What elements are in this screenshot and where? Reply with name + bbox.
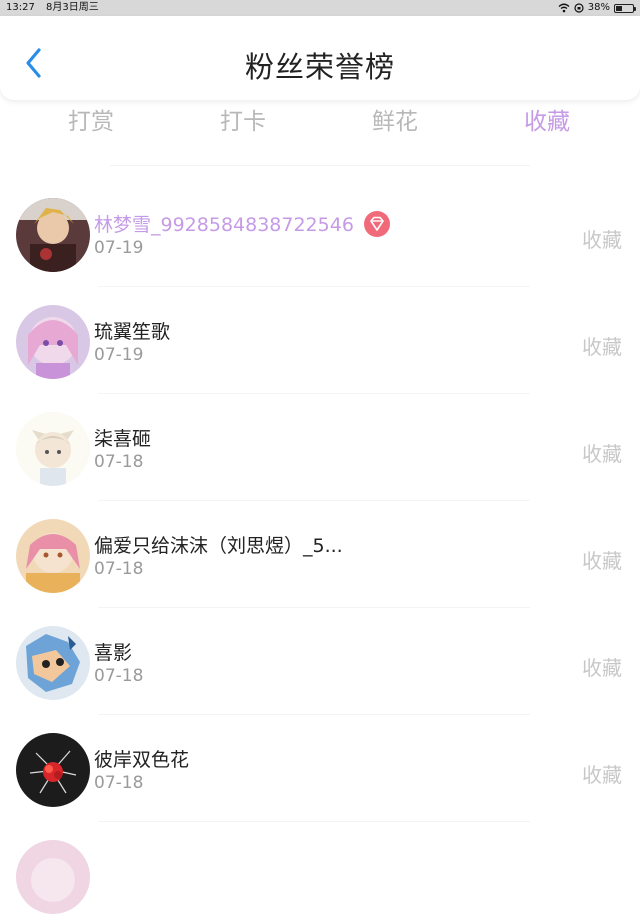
- avatar[interactable]: [16, 305, 90, 379]
- list-item-partial[interactable]: [0, 822, 640, 914]
- user-name-text: 柒喜砸: [94, 428, 152, 450]
- avatar[interactable]: [16, 840, 90, 914]
- avatar[interactable]: [16, 626, 90, 700]
- user-name: 琉翼笙歌: [94, 317, 170, 344]
- date: 07-18: [94, 773, 144, 793]
- date: 07-19: [94, 238, 144, 258]
- user-name: 林梦雪_9928584838722546: [94, 210, 390, 237]
- wifi-icon: [558, 3, 570, 13]
- date: 07-18: [94, 559, 144, 579]
- favorite-label: 收藏: [582, 763, 622, 787]
- status-time: 13:27: [6, 2, 35, 13]
- favorite-label: 收藏: [582, 656, 622, 680]
- navigation-bar: 粉丝荣誉榜: [0, 16, 640, 100]
- date: 07-19: [94, 345, 144, 365]
- user-name-text: 偏爱只给沫沫（刘思煜）_5...: [94, 535, 343, 557]
- tab-checkin[interactable]: 打卡: [183, 104, 303, 140]
- avatar[interactable]: [16, 198, 90, 272]
- avatar[interactable]: [16, 733, 90, 807]
- favorite-label: 收藏: [582, 335, 622, 359]
- user-name-text: 彼岸双色花: [94, 749, 190, 771]
- rotation-lock-icon: [574, 3, 584, 13]
- list-item[interactable]: 喜影 07-18 收藏: [0, 608, 640, 715]
- tab-flowers[interactable]: 鲜花: [335, 104, 455, 140]
- favorite-label: 收藏: [582, 228, 622, 252]
- list-item[interactable]: 林梦雪_9928584838722546 07-19 收藏: [0, 180, 640, 287]
- avatar[interactable]: [16, 412, 90, 486]
- user-name: 柒喜砸: [94, 424, 151, 451]
- avatar[interactable]: [16, 519, 90, 593]
- page-title: 粉丝荣誉榜: [244, 50, 395, 84]
- favorite-label: 收藏: [582, 442, 622, 466]
- list-item[interactable]: 偏爱只给沫沫（刘思煜）_5... 07-18 收藏: [0, 501, 640, 608]
- favorite-label: 收藏: [582, 549, 622, 573]
- tab-bar: 打赏 打卡 鲜花 收藏: [0, 104, 640, 144]
- user-name: 彼岸双色花: [94, 745, 189, 772]
- user-name: 喜影: [94, 638, 132, 665]
- status-bar: 13:27 8月3日周三 38%: [0, 0, 640, 16]
- user-name: 偏爱只给沫沫（刘思煜）_5...: [94, 531, 343, 558]
- tab-favorites[interactable]: 收藏: [487, 104, 607, 140]
- tab-divider: [110, 165, 530, 166]
- date: 07-18: [94, 452, 144, 472]
- user-name-text: 林梦雪_9928584838722546: [94, 214, 354, 236]
- date: 07-18: [94, 666, 144, 686]
- status-date: 8月3日周三: [46, 2, 99, 13]
- battery-icon: [614, 3, 636, 13]
- user-name-text: 喜影: [94, 642, 133, 664]
- list-item[interactable]: 琉翼笙歌 07-19 收藏: [0, 287, 640, 394]
- diamond-badge-icon: [363, 210, 390, 237]
- list-item[interactable]: 柒喜砸 07-18 收藏: [0, 394, 640, 501]
- battery-percent: 38%: [587, 2, 610, 13]
- user-name-text: 琉翼笙歌: [94, 321, 171, 343]
- tab-reward[interactable]: 打赏: [31, 104, 151, 140]
- list-item[interactable]: 彼岸双色花 07-18 收藏: [0, 715, 640, 822]
